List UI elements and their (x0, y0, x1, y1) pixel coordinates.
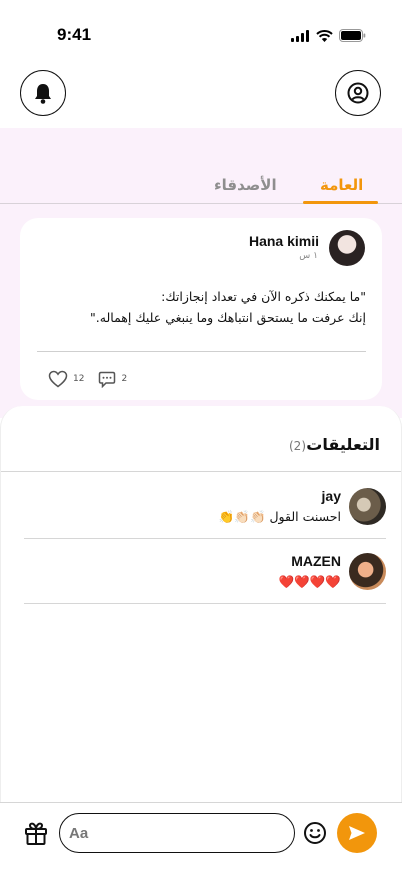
commenter-name[interactable]: MAZEN (291, 553, 341, 569)
signal-icon (291, 29, 309, 42)
gift-button[interactable] (23, 820, 49, 846)
emoji-button[interactable] (303, 821, 327, 845)
post-text: "ما يمكنك ذكره الآن في تعداد إنجازاتك: إ… (36, 286, 366, 328)
comment-text: احسنت القول 👏🏻👏🏻👏 (218, 509, 341, 524)
tab-friends[interactable]: الأصدقاء (214, 176, 277, 194)
comments-title: التعليقات (306, 435, 380, 454)
comments-sheet: التعليقات (2) (0, 406, 402, 802)
post-text-line: إنك عرفت ما يستحق انتباهك وما ينبغي عليك… (90, 310, 366, 325)
comment-count: 2 (121, 374, 128, 384)
comment-item: jay احسنت القول 👏🏻👏🏻👏 (24, 475, 386, 539)
post-text-line: "ما يمكنك ذكره الآن في تعداد إنجازاتك: (161, 289, 366, 304)
comment-icon (99, 371, 116, 388)
tab-general[interactable]: العامة (320, 176, 363, 194)
status-icons (291, 29, 366, 42)
post-card: Hana kimii ١ س "ما يمكنك ذكره الآن في تع… (20, 218, 382, 400)
author-avatar[interactable] (329, 230, 365, 266)
wifi-icon (316, 29, 333, 42)
commenter-avatar[interactable] (349, 488, 386, 525)
top-bar (0, 62, 402, 128)
battery-icon (339, 29, 366, 42)
commenter-name[interactable]: jay (322, 488, 341, 504)
profile-button[interactable] (335, 70, 381, 116)
post-time: ١ س (299, 251, 318, 261)
send-button[interactable] (337, 813, 377, 853)
comment-text: ❤️❤️❤️❤️ (278, 574, 341, 589)
message-input[interactable] (59, 813, 295, 853)
comments-header: التعليقات (2) (1, 406, 401, 472)
smiley-icon (304, 822, 326, 844)
like-button[interactable]: 12 (48, 370, 84, 388)
heart-icon (48, 370, 68, 388)
status-bar: 9:41 (0, 0, 402, 62)
send-icon (349, 826, 365, 840)
gift-icon (25, 822, 47, 845)
user-icon (347, 82, 369, 104)
bell-icon (35, 84, 51, 104)
comment-item: MAZEN ❤️❤️❤️❤️ (24, 540, 386, 604)
post-author[interactable]: Hana kimii (249, 233, 319, 249)
comments-count: (2) (289, 439, 306, 453)
comment-button[interactable]: 2 (98, 371, 127, 388)
active-tab-indicator (303, 201, 378, 204)
feed-tabs: العامة الأصدقاء (0, 166, 402, 204)
composer-bar (0, 802, 402, 874)
status-time: 9:41 (57, 25, 92, 44)
commenter-avatar[interactable] (349, 553, 386, 590)
like-count: 12 (73, 374, 85, 384)
notifications-button[interactable] (20, 70, 66, 116)
post-actions: 12 2 (48, 370, 141, 388)
divider (37, 351, 366, 352)
